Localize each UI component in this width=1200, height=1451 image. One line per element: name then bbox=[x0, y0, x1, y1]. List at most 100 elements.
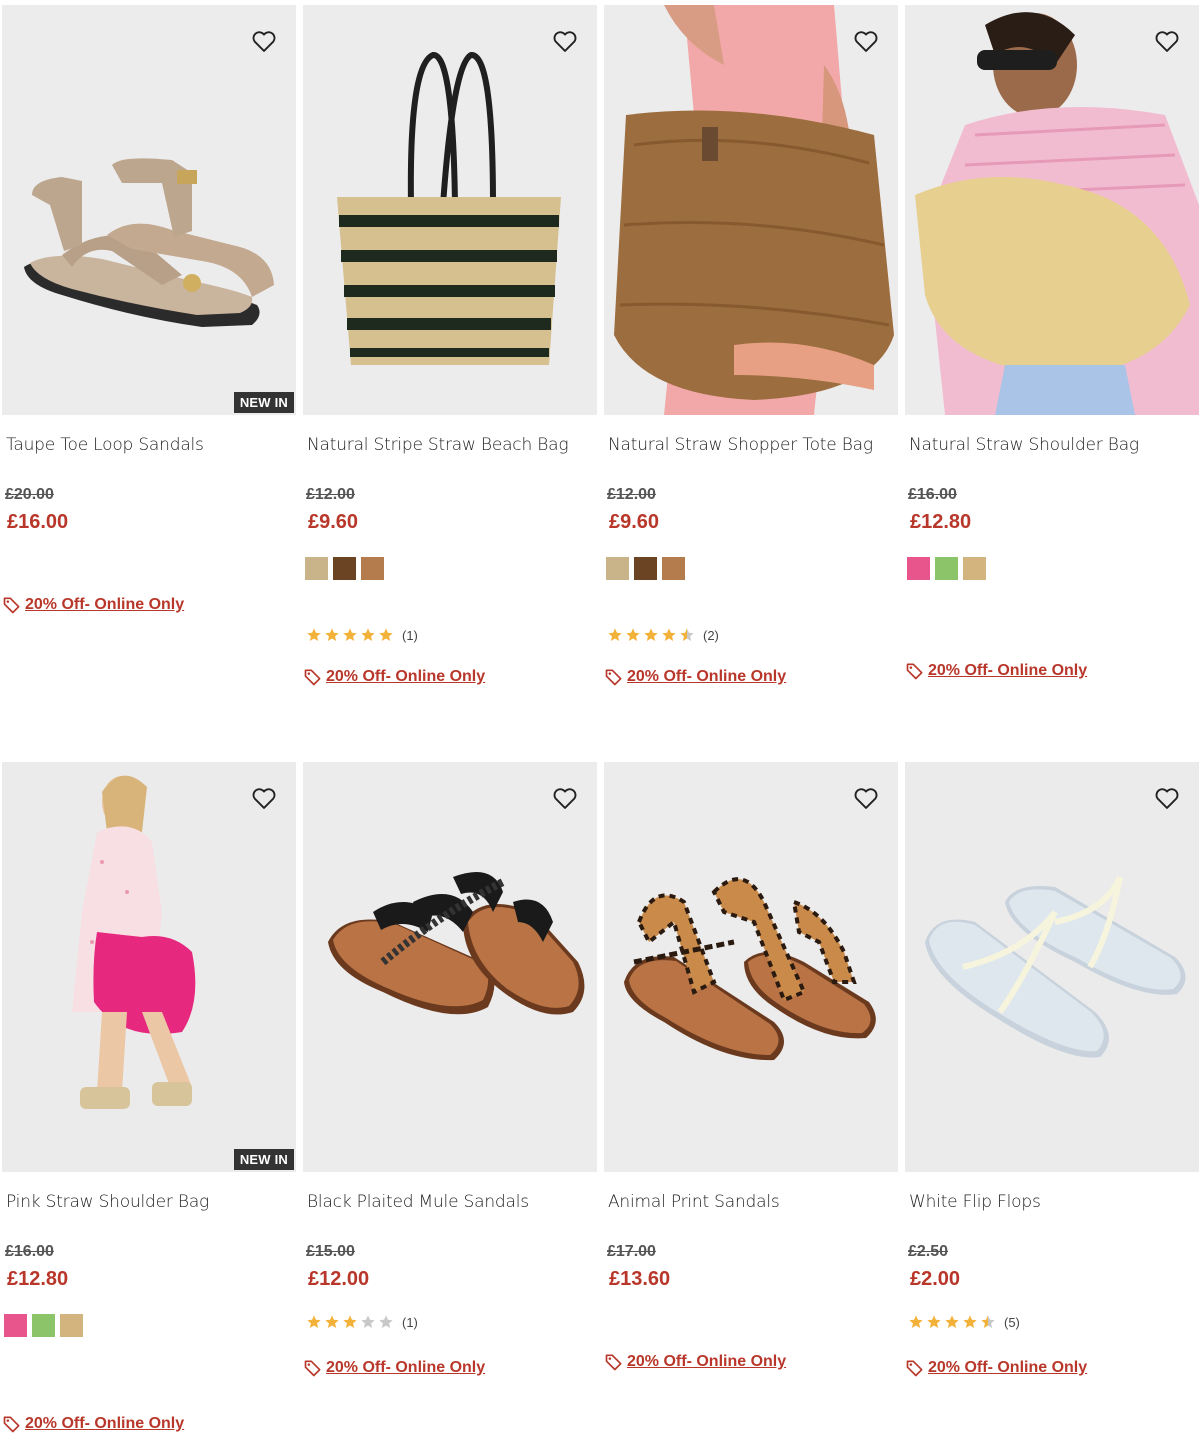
product-card[interactable]: White Flip Flops £2.50 £2.00 (5) 20% Off… bbox=[905, 762, 1199, 1377]
color-swatch[interactable] bbox=[963, 557, 986, 580]
star-icon bbox=[981, 1315, 995, 1328]
star-icon bbox=[379, 628, 393, 641]
product-card[interactable]: Black Plaited Mule Sandals £15.00 £12.00… bbox=[303, 762, 597, 1377]
offer-link[interactable]: 20% Off- Online Only bbox=[2, 595, 184, 615]
wishlist-heart-icon[interactable] bbox=[852, 27, 880, 55]
original-price: £12.00 bbox=[607, 486, 656, 503]
product-name[interactable]: Animal Print Sandals bbox=[608, 1192, 780, 1212]
star-rating[interactable]: (5) bbox=[908, 1314, 1020, 1330]
tag-icon bbox=[605, 669, 622, 686]
product-card[interactable]: Natural Straw Shoulder Bag £16.00 £12.80… bbox=[905, 5, 1199, 680]
color-swatches bbox=[4, 1314, 83, 1337]
product-image[interactable] bbox=[905, 762, 1199, 1172]
offer-link[interactable]: 20% Off- Online Only bbox=[905, 1358, 1087, 1378]
sale-price: £13.60 bbox=[609, 1268, 671, 1290]
original-price: £20.00 bbox=[5, 486, 54, 503]
sale-price: £9.60 bbox=[308, 511, 359, 533]
original-price: £17.00 bbox=[607, 1243, 656, 1260]
product-image[interactable] bbox=[905, 5, 1199, 415]
product-card[interactable]: Natural Straw Shopper Tote Bag £12.00 £9… bbox=[604, 5, 898, 686]
tag-icon bbox=[3, 1416, 20, 1433]
offer-link[interactable]: 20% Off- Online Only bbox=[2, 1414, 184, 1434]
product-card[interactable]: Natural Stripe Straw Beach Bag £12.00 £9… bbox=[303, 5, 597, 686]
wishlist-heart-icon[interactable] bbox=[852, 784, 880, 812]
product-name[interactable]: Taupe Toe Loop Sandals bbox=[6, 435, 204, 455]
review-count[interactable]: (1) bbox=[402, 1315, 418, 1330]
review-count[interactable]: (5) bbox=[1004, 1315, 1020, 1330]
star-icon bbox=[307, 628, 321, 641]
offer-link[interactable]: 20% Off- Online Only bbox=[303, 667, 485, 687]
offer-label[interactable]: 20% Off- Online Only bbox=[627, 1353, 786, 1371]
original-price: £2.50 bbox=[908, 1243, 949, 1260]
star-icon bbox=[945, 1315, 959, 1328]
offer-label[interactable]: 20% Off- Online Only bbox=[928, 1359, 1087, 1377]
star-rating[interactable]: (2) bbox=[607, 627, 719, 643]
product-name[interactable]: Natural Straw Shopper Tote Bag bbox=[608, 435, 873, 455]
animal-print-sandal-image bbox=[604, 762, 898, 1172]
star-rating[interactable]: (1) bbox=[306, 1314, 418, 1330]
offer-label[interactable]: 20% Off- Online Only bbox=[326, 668, 485, 686]
color-swatch[interactable] bbox=[4, 1314, 27, 1337]
color-swatch[interactable] bbox=[60, 1314, 83, 1337]
color-swatch[interactable] bbox=[907, 557, 930, 580]
product-card[interactable]: Animal Print Sandals £17.00 £13.60 20% O… bbox=[604, 762, 898, 1371]
color-swatch[interactable] bbox=[634, 557, 657, 580]
color-swatches bbox=[606, 557, 685, 580]
wishlist-heart-icon[interactable] bbox=[551, 784, 579, 812]
star-icon bbox=[361, 1315, 375, 1328]
offer-label[interactable]: 20% Off- Online Only bbox=[627, 668, 786, 686]
product-image[interactable] bbox=[303, 5, 597, 415]
wishlist-heart-icon[interactable] bbox=[551, 27, 579, 55]
original-price: £16.00 bbox=[5, 1243, 54, 1260]
review-count[interactable]: (2) bbox=[703, 628, 719, 643]
product-image[interactable] bbox=[303, 762, 597, 1172]
new-in-badge: NEW IN bbox=[233, 1149, 294, 1170]
offer-link[interactable]: 20% Off- Online Only bbox=[604, 667, 786, 687]
tag-icon bbox=[906, 663, 923, 680]
star-rating[interactable]: (1) bbox=[306, 627, 418, 643]
review-count[interactable]: (1) bbox=[402, 628, 418, 643]
color-swatch[interactable] bbox=[361, 557, 384, 580]
original-price: £15.00 bbox=[306, 1243, 355, 1260]
offer-label[interactable]: 20% Off- Online Only bbox=[25, 1415, 184, 1433]
shoulder-bag-image bbox=[905, 5, 1199, 415]
color-swatch[interactable] bbox=[333, 557, 356, 580]
offer-label[interactable]: 20% Off- Online Only bbox=[25, 596, 184, 614]
star-icon bbox=[343, 628, 357, 641]
color-swatch[interactable] bbox=[32, 1314, 55, 1337]
product-name[interactable]: Natural Straw Shoulder Bag bbox=[909, 435, 1139, 455]
sale-price: £9.60 bbox=[609, 511, 660, 533]
product-card[interactable]: NEW IN Taupe Toe Loop Sandals £20.00 £16… bbox=[2, 5, 296, 614]
product-name[interactable]: White Flip Flops bbox=[909, 1192, 1041, 1212]
product-card[interactable]: NEW IN Pink Straw Shoulder Bag £16.00 £1… bbox=[2, 762, 296, 1433]
color-swatch[interactable] bbox=[662, 557, 685, 580]
product-name[interactable]: Black Plaited Mule Sandals bbox=[307, 1192, 529, 1212]
wishlist-heart-icon[interactable] bbox=[1153, 27, 1181, 55]
offer-label[interactable]: 20% Off- Online Only bbox=[928, 662, 1087, 680]
offer-link[interactable]: 20% Off- Online Only bbox=[905, 661, 1087, 681]
color-swatch[interactable] bbox=[935, 557, 958, 580]
product-name[interactable]: Pink Straw Shoulder Bag bbox=[6, 1192, 209, 1212]
wishlist-heart-icon[interactable] bbox=[250, 27, 278, 55]
star-icon bbox=[626, 628, 640, 641]
offer-link[interactable]: 20% Off- Online Only bbox=[604, 1352, 786, 1372]
product-image[interactable]: NEW IN bbox=[2, 762, 296, 1172]
color-swatch[interactable] bbox=[305, 557, 328, 580]
color-swatch[interactable] bbox=[606, 557, 629, 580]
sandal-image bbox=[2, 5, 296, 415]
star-icon bbox=[379, 1315, 393, 1328]
offer-link[interactable]: 20% Off- Online Only bbox=[303, 1358, 485, 1378]
tag-icon bbox=[3, 597, 20, 614]
product-image[interactable]: NEW IN bbox=[2, 5, 296, 415]
wishlist-heart-icon[interactable] bbox=[250, 784, 278, 812]
sale-price: £16.00 bbox=[7, 511, 69, 533]
wishlist-heart-icon[interactable] bbox=[1153, 784, 1181, 812]
tag-icon bbox=[304, 669, 321, 686]
product-name[interactable]: Natural Stripe Straw Beach Bag bbox=[307, 435, 569, 455]
product-image[interactable] bbox=[604, 5, 898, 415]
product-image[interactable] bbox=[604, 762, 898, 1172]
offer-label[interactable]: 20% Off- Online Only bbox=[326, 1359, 485, 1377]
star-icon bbox=[361, 628, 375, 641]
new-in-badge: NEW IN bbox=[233, 392, 294, 413]
tag-icon bbox=[304, 1360, 321, 1377]
